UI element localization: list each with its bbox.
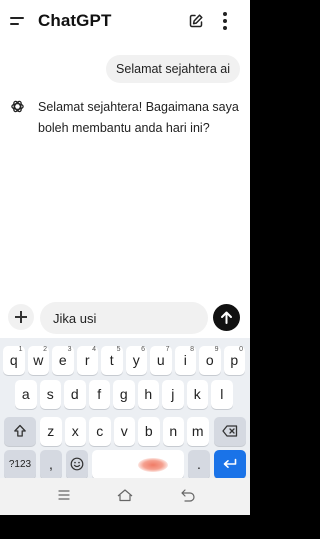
send-button[interactable] (213, 304, 240, 331)
key-alt-label: 5 (116, 346, 121, 353)
key-k[interactable]: k (186, 380, 208, 409)
key-alt-label: 3 (67, 346, 72, 353)
assistant-message-text: Selamat sejahtera! Bagaimana saya boleh … (38, 100, 239, 135)
recent-apps-icon[interactable] (56, 488, 72, 502)
key-label: p (230, 352, 239, 368)
on-screen-keyboard: q1w2e3r4t5y6u7i8o9p0 asdfghjkl zxcvbnm ?… (0, 338, 250, 479)
key-a[interactable]: a (15, 380, 37, 409)
key-label: f (97, 386, 102, 402)
key-label: e (58, 352, 67, 368)
key-label: v (120, 423, 128, 439)
shift-icon (14, 424, 26, 437)
key-label: g (119, 386, 128, 402)
key-x[interactable]: x (64, 417, 86, 446)
key-label: n (169, 423, 178, 439)
voice-input-indicator (138, 458, 168, 472)
key-label: o (205, 352, 214, 368)
key-l[interactable]: l (211, 380, 233, 409)
key-p[interactable]: p0 (223, 346, 245, 375)
symbols-key[interactable]: ?123 (4, 450, 36, 479)
key-z[interactable]: z (40, 417, 62, 446)
key-m[interactable]: m (187, 417, 209, 446)
key-h[interactable]: h (137, 380, 159, 409)
key-s[interactable]: s (39, 380, 61, 409)
key-label: s (46, 386, 54, 402)
enter-icon (223, 458, 237, 468)
key-alt-label: 4 (92, 346, 96, 353)
key-d[interactable]: d (64, 380, 86, 409)
emoji-key[interactable] (66, 450, 88, 479)
menu-icon[interactable] (10, 15, 26, 27)
openai-logo-icon (10, 99, 25, 114)
key-y[interactable]: y6 (125, 346, 147, 375)
key-alt-label: 8 (190, 346, 194, 353)
key-r[interactable]: r4 (76, 346, 98, 375)
edit-icon[interactable] (188, 13, 204, 29)
key-label: x (71, 423, 79, 439)
emoji-icon (70, 457, 84, 471)
key-label: y (132, 352, 140, 368)
key-label: b (144, 423, 153, 439)
key-alt-label: 2 (43, 346, 47, 353)
key-u[interactable]: u7 (150, 346, 172, 375)
key-alt-label: 6 (141, 346, 145, 353)
message-input[interactable] (40, 302, 208, 334)
key-label: l (220, 386, 224, 402)
more-vertical-icon[interactable] (222, 12, 228, 30)
key-v[interactable]: v (113, 417, 135, 446)
key-label: k (193, 386, 201, 402)
arrow-up-icon (221, 311, 232, 324)
enter-key[interactable] (214, 450, 246, 479)
key-j[interactable]: j (162, 380, 184, 409)
key-e[interactable]: e3 (52, 346, 74, 375)
key-label: c (96, 423, 104, 439)
back-icon[interactable] (180, 488, 196, 502)
system-nav-bar (0, 478, 250, 515)
top-bar: ChatGPT (0, 0, 250, 42)
key-label: u (156, 352, 165, 368)
key-c[interactable]: c (89, 417, 111, 446)
key-n[interactable]: n (162, 417, 184, 446)
home-icon[interactable] (116, 488, 134, 502)
key-g[interactable]: g (113, 380, 135, 409)
user-message-bubble: Selamat sejahtera ai (106, 55, 240, 83)
comma-key[interactable]: , (40, 450, 62, 479)
key-t[interactable]: t5 (101, 346, 123, 375)
key-alt-label: 0 (239, 346, 243, 353)
key-b[interactable]: b (138, 417, 160, 446)
backspace-key[interactable] (214, 417, 246, 446)
key-label: m (191, 423, 204, 439)
period-key[interactable]: . (188, 450, 210, 479)
key-label: a (21, 386, 30, 402)
key-label: q (9, 352, 18, 368)
space-key[interactable] (92, 450, 184, 479)
key-label: j (171, 386, 175, 402)
key-alt-label: 9 (214, 346, 219, 353)
composer (0, 301, 250, 337)
key-label: d (70, 386, 79, 402)
app-screen: ChatGPT Selamat sejahtera ai Selamat sej… (0, 0, 250, 515)
shift-key[interactable] (4, 417, 36, 446)
plus-icon[interactable] (8, 304, 34, 330)
backspace-icon (222, 425, 238, 437)
key-label: i (183, 352, 187, 368)
key-label: r (84, 352, 90, 368)
key-f[interactable]: f (88, 380, 110, 409)
app-title: ChatGPT (38, 11, 112, 30)
key-w[interactable]: w2 (27, 346, 49, 375)
key-o[interactable]: o9 (199, 346, 221, 375)
key-alt-label: 7 (165, 346, 170, 353)
key-label: w (33, 352, 44, 368)
key-label: h (144, 386, 153, 402)
key-alt-label: 1 (18, 346, 23, 353)
key-label: t (109, 352, 114, 368)
key-q[interactable]: q1 (3, 346, 25, 375)
key-i[interactable]: i8 (174, 346, 196, 375)
key-label: z (47, 423, 55, 439)
